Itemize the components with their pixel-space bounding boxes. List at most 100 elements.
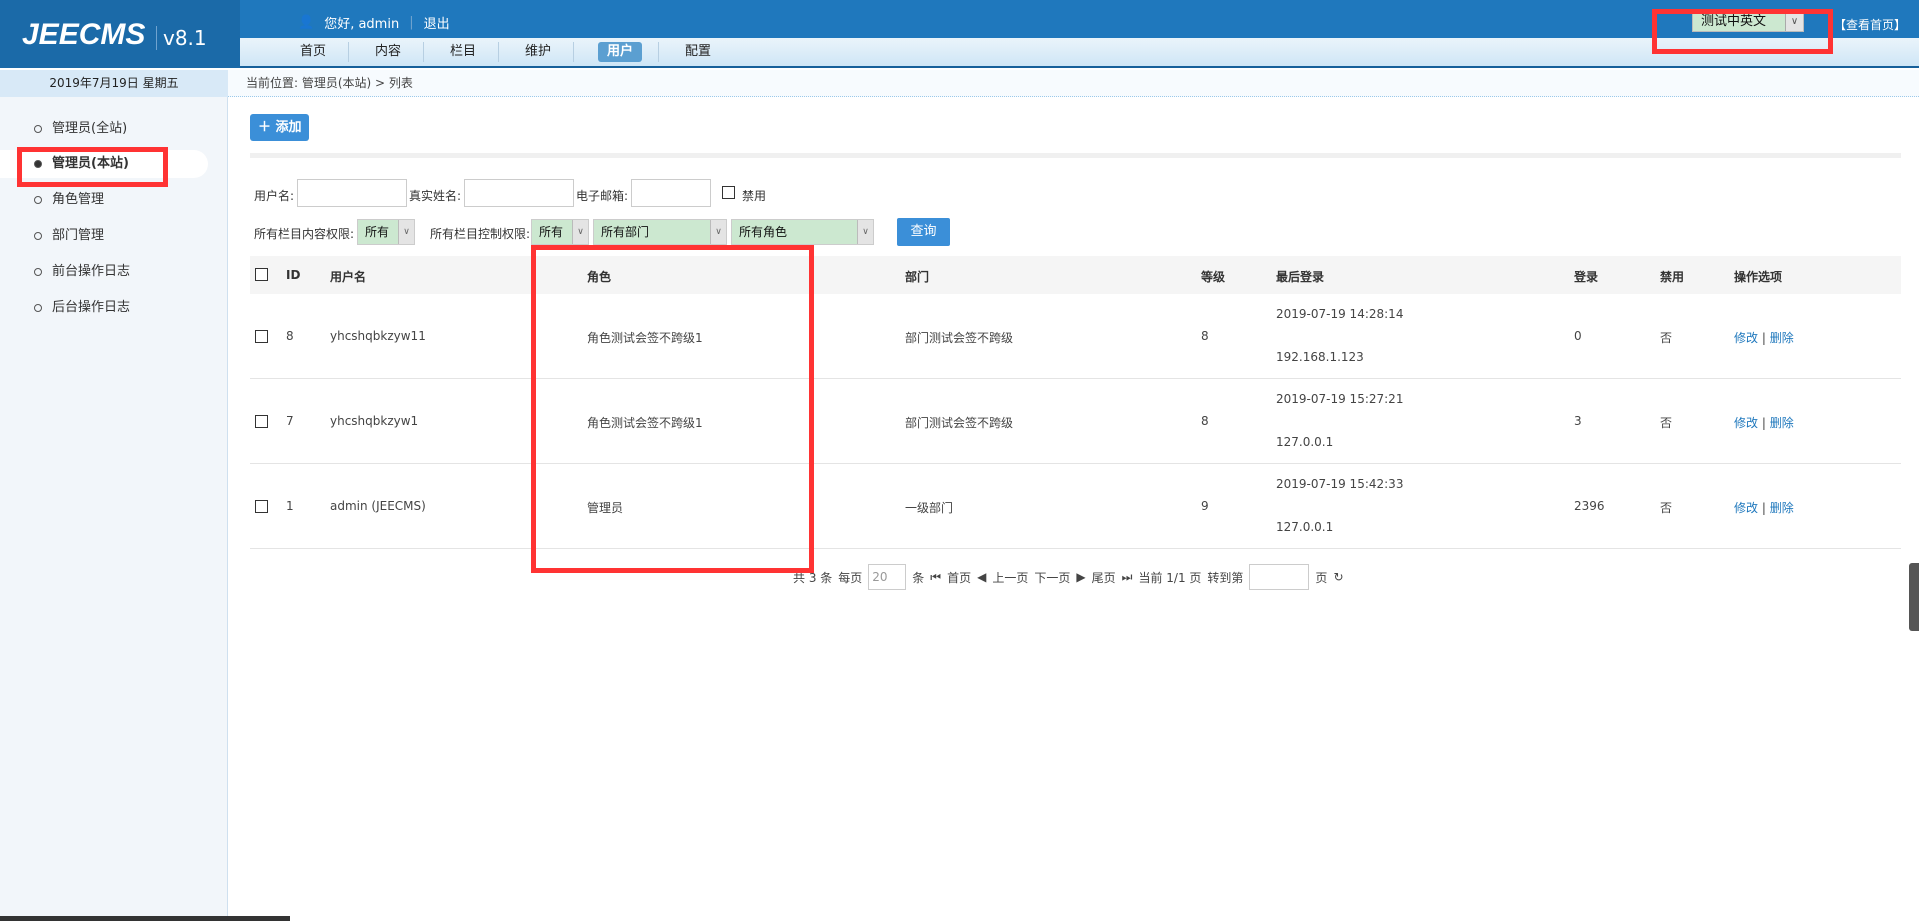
- disabled-checkbox[interactable]: [722, 186, 735, 199]
- user-icon: 👤: [298, 15, 315, 30]
- cell-id: 8: [286, 329, 294, 343]
- add-label: 添加: [275, 120, 302, 135]
- divider: [423, 42, 424, 62]
- page-label: 页: [1315, 570, 1328, 585]
- cell-username: yhcshqbkzyw11: [330, 329, 426, 343]
- first-page-icon: ⏮: [930, 569, 942, 584]
- cell-level: 8: [1201, 414, 1209, 428]
- edit-link[interactable]: 修改: [1734, 416, 1758, 430]
- delete-link[interactable]: 删除: [1770, 501, 1794, 515]
- total-count: 共 3 条: [793, 570, 833, 585]
- col-login-count: 登录: [1574, 270, 1599, 284]
- sidebar-item-admin-global[interactable]: 管理员(全站): [0, 115, 208, 143]
- divider: |: [1761, 501, 1766, 515]
- logo-text: JEECMS: [22, 18, 146, 51]
- realname-input[interactable]: [464, 179, 574, 207]
- goto-label: 转到第: [1207, 570, 1244, 585]
- delete-link[interactable]: 删除: [1770, 331, 1794, 345]
- sidebar-item-label: 后台操作日志: [52, 300, 131, 315]
- cell-disabled: 否: [1660, 416, 1673, 430]
- select-value: 所有部门: [601, 225, 650, 239]
- role-select[interactable]: 所有角色 ∨: [731, 219, 874, 245]
- next-page-link[interactable]: 下一页: [1034, 569, 1070, 586]
- bullet-icon: [34, 125, 42, 133]
- first-page-link[interactable]: 首页: [947, 569, 971, 586]
- sidebar-item-label: 管理员(本站): [52, 156, 129, 171]
- email-label: 电子邮箱:: [576, 189, 629, 203]
- cell-login-count: 0: [1574, 329, 1582, 343]
- add-button[interactable]: ＋ 添加: [250, 114, 309, 141]
- cell-last-login-time: 2019-07-19 14:28:14: [1276, 307, 1404, 321]
- current-page: 当前 1/1 页: [1138, 570, 1202, 585]
- sidebar-item-front-log[interactable]: 前台操作日志: [0, 258, 208, 286]
- nav-channel[interactable]: 栏目: [428, 42, 498, 62]
- refresh-icon[interactable]: ↻: [1333, 570, 1343, 584]
- select-value: 所有: [539, 225, 564, 239]
- cell-last-login-ip: 127.0.0.1: [1276, 435, 1334, 449]
- select-all-checkbox[interactable]: [255, 268, 268, 281]
- select-value: 所有: [365, 225, 390, 239]
- col-actions: 操作选项: [1734, 270, 1783, 284]
- goto-page-input[interactable]: [1249, 564, 1310, 590]
- view-home-link[interactable]: 【查看首页】: [1834, 16, 1906, 33]
- side-scroll-handle[interactable]: [1909, 563, 1919, 631]
- bullet-icon: [34, 268, 42, 276]
- control-perm-select[interactable]: 所有 ∨: [531, 219, 589, 245]
- row-checkbox[interactable]: [255, 500, 268, 513]
- divider: [573, 42, 574, 62]
- cell-last-login-ip: 192.168.1.123: [1276, 350, 1364, 364]
- sidebar-item-departments[interactable]: 部门管理: [0, 222, 208, 250]
- nav-home[interactable]: 首页: [278, 42, 348, 62]
- col-role: 角色: [587, 270, 612, 284]
- table-row: 7 yhcshqbkzyw1 角色测试会签不跨级1 部门测试会签不跨级 8 20…: [250, 379, 1901, 464]
- row-checkbox[interactable]: [255, 330, 268, 343]
- edit-link[interactable]: 修改: [1734, 331, 1758, 345]
- delete-link[interactable]: 删除: [1770, 416, 1794, 430]
- divider: [0, 916, 290, 921]
- prev-page-icon: ◀: [977, 570, 987, 584]
- control-perm-label: 所有栏目控制权限:: [430, 227, 531, 241]
- email-input[interactable]: [631, 179, 711, 207]
- cell-login-count: 2396: [1574, 499, 1605, 513]
- last-page-link[interactable]: 尾页: [1092, 569, 1116, 586]
- chevron-down-icon: ∨: [857, 220, 873, 244]
- username-input[interactable]: [297, 179, 407, 207]
- nav-content[interactable]: 内容: [353, 42, 423, 62]
- nav-maintain[interactable]: 维护: [503, 42, 573, 62]
- cell-level: 8: [1201, 329, 1209, 343]
- sidebar-item-roles[interactable]: 角色管理: [0, 186, 208, 214]
- logout-link[interactable]: 退出: [424, 13, 450, 32]
- divider: [348, 42, 349, 62]
- row-checkbox[interactable]: [255, 415, 268, 428]
- divider: |: [1761, 416, 1766, 430]
- table-header: ID 用户名 角色 部门 等级 最后登录 登录 禁用 操作选项: [250, 256, 1901, 294]
- realname-label: 真实姓名:: [409, 189, 462, 203]
- edit-link[interactable]: 修改: [1734, 501, 1758, 515]
- department-select[interactable]: 所有部门 ∨: [593, 219, 727, 245]
- query-button[interactable]: 查询: [897, 218, 950, 246]
- nav-user[interactable]: 用户: [598, 42, 642, 62]
- cell-disabled: 否: [1660, 501, 1673, 515]
- content-perm-select[interactable]: 所有 ∨: [357, 219, 415, 245]
- sidebar-item-label: 前台操作日志: [52, 264, 131, 279]
- per-page-input[interactable]: 20: [868, 564, 907, 590]
- site-select[interactable]: 测试中英文 ∨: [1692, 12, 1804, 32]
- plus-icon: ＋: [258, 120, 276, 135]
- version-label: v8.1: [156, 26, 207, 50]
- chevron-down-icon: ∨: [572, 220, 588, 244]
- cell-id: 7: [286, 414, 294, 428]
- disabled-label: 禁用: [742, 189, 767, 203]
- cell-id: 1: [286, 499, 294, 513]
- cell-username: yhcshqbkzyw1: [330, 414, 419, 428]
- col-id: ID: [286, 268, 301, 282]
- prev-page-link[interactable]: 上一页: [992, 569, 1028, 586]
- divider: [658, 42, 659, 62]
- sidebar-item-back-log[interactable]: 后台操作日志: [0, 294, 208, 322]
- cell-role: 角色测试会签不跨级1: [587, 416, 703, 430]
- bullet-icon: [34, 232, 42, 240]
- welcome-area: 👤 您好, admin | 退出: [298, 13, 450, 32]
- sidebar-item-admin-site[interactable]: 管理员(本站): [0, 150, 208, 178]
- cell-department: 部门测试会签不跨级: [905, 416, 1014, 430]
- bullet-icon: [34, 196, 42, 204]
- nav-config[interactable]: 配置: [663, 42, 733, 62]
